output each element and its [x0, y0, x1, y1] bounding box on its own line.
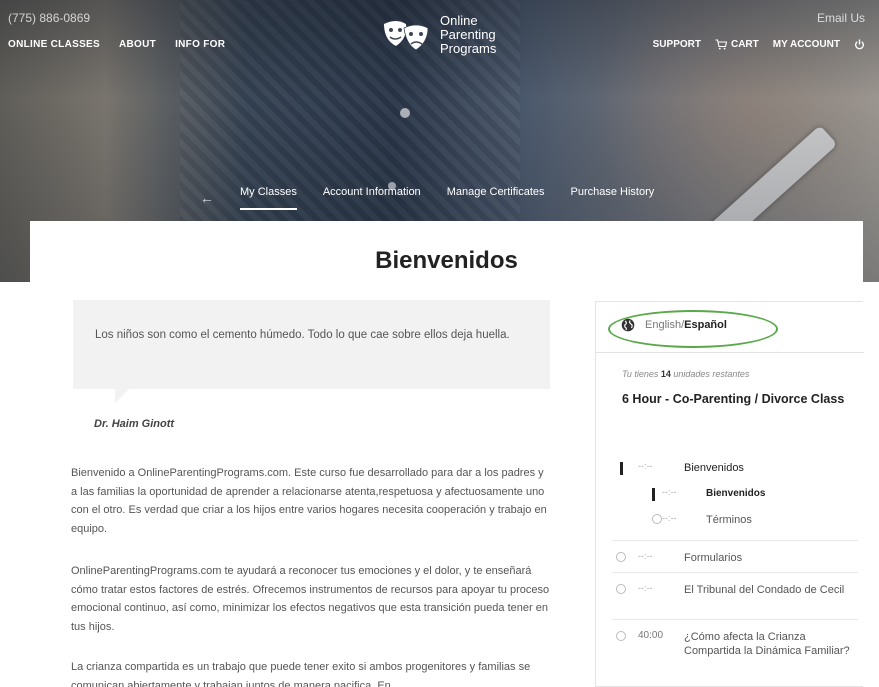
- item-duration: --:--: [638, 583, 653, 593]
- cart-icon: [715, 39, 727, 50]
- logo-line: Programs: [440, 41, 497, 56]
- remaining-count: 14: [660, 369, 671, 379]
- content-card: Bienvenidos Los niños son como el cement…: [30, 221, 864, 687]
- power-icon[interactable]: [854, 39, 865, 50]
- tab-account-information[interactable]: Account Information: [323, 186, 421, 210]
- item-label: El Tribunal del Condado de Cecil: [684, 584, 845, 596]
- top-bar: (775) 886-0869 Email Us ONLINE CLASSES A…: [0, 0, 879, 70]
- divider: [612, 619, 858, 620]
- logo-line: Parenting: [440, 27, 496, 42]
- item-duration: --:--: [662, 513, 677, 523]
- remaining-prefix: Tu tienes: [622, 369, 661, 379]
- item-duration: --:--: [638, 461, 653, 471]
- remaining-units: Tu tienes 14 unidades restantes: [622, 369, 749, 379]
- nav-cart[interactable]: CART: [715, 39, 759, 50]
- email-us-link[interactable]: Email Us: [817, 11, 865, 25]
- nav-online-classes[interactable]: ONLINE CLASSES: [8, 39, 100, 50]
- back-arrow-icon[interactable]: ←: [200, 190, 214, 206]
- cart-label: CART: [730, 39, 759, 50]
- intro-paragraph: La crianza compartida es un trabajo que …: [71, 661, 531, 687]
- item-label: Bienvenidos: [684, 462, 744, 474]
- nav-my-account[interactable]: MY ACCOUNT: [773, 39, 840, 50]
- progress-circle-icon: [616, 584, 626, 594]
- logo-line: Online: [440, 13, 478, 28]
- tab-my-classes[interactable]: My Classes: [240, 186, 297, 210]
- item-label: Bienvenidos: [706, 488, 766, 499]
- item-duration: 40:00: [638, 630, 664, 641]
- quote-text: Los niños son como el cemento húmedo. To…: [95, 329, 510, 341]
- quote-tail: [115, 389, 129, 403]
- intro-paragraph: Bienvenido a OnlineParentingPrograms.com…: [71, 467, 547, 535]
- item-label: Términos: [706, 514, 752, 526]
- language-switcher[interactable]: English/Español: [596, 302, 864, 353]
- current-marker: [620, 462, 623, 475]
- intro-paragraph: OnlineParentingPrograms.com te ayudará a…: [71, 565, 550, 633]
- phone-number[interactable]: (775) 886-0869: [8, 11, 90, 25]
- item-label: ¿Cómo afecta la Crianza Compartida la Di…: [684, 631, 850, 657]
- page-title: Bienvenidos: [375, 247, 518, 274]
- tab-purchase-history[interactable]: Purchase History: [571, 186, 655, 210]
- item-duration: --:--: [662, 487, 677, 497]
- item-label: Formularios: [684, 552, 743, 564]
- main-nav-right: SUPPORT CART MY ACCOUNT: [653, 39, 865, 50]
- account-subnav: ← My Classes Account Information Manage …: [200, 186, 654, 210]
- progress-circle-icon: [616, 552, 626, 562]
- course-title: 6 Hour - Co-Parenting / Divorce Class: [622, 392, 845, 406]
- progress-circle-icon: [652, 514, 662, 524]
- divider: [612, 540, 858, 541]
- divider: [612, 572, 858, 573]
- tab-manage-certificates[interactable]: Manage Certificates: [447, 186, 545, 210]
- quote-box: Los niños son como el cemento húmedo. To…: [73, 300, 550, 389]
- quote-author: Dr. Haim Ginott: [94, 418, 175, 430]
- progress-circle-icon: [616, 631, 626, 641]
- remaining-suffix: unidades restantes: [670, 369, 750, 379]
- site-logo[interactable]: Online Parenting Programs: [380, 14, 496, 56]
- item-duration: --:--: [638, 551, 653, 561]
- main-nav-left: ONLINE CLASSES ABOUT INFO FOR: [8, 39, 225, 50]
- current-marker: [652, 488, 655, 501]
- highlight-annotation: [608, 310, 778, 348]
- course-sidebar: English/Español Tu tienes 14 unidades re…: [595, 301, 864, 687]
- logo-text: Online Parenting Programs: [440, 14, 496, 56]
- masks-logo-icon: [384, 21, 429, 51]
- nav-info-for[interactable]: INFO FOR: [175, 39, 225, 50]
- nav-about[interactable]: ABOUT: [119, 39, 156, 50]
- nav-support[interactable]: SUPPORT: [653, 39, 701, 50]
